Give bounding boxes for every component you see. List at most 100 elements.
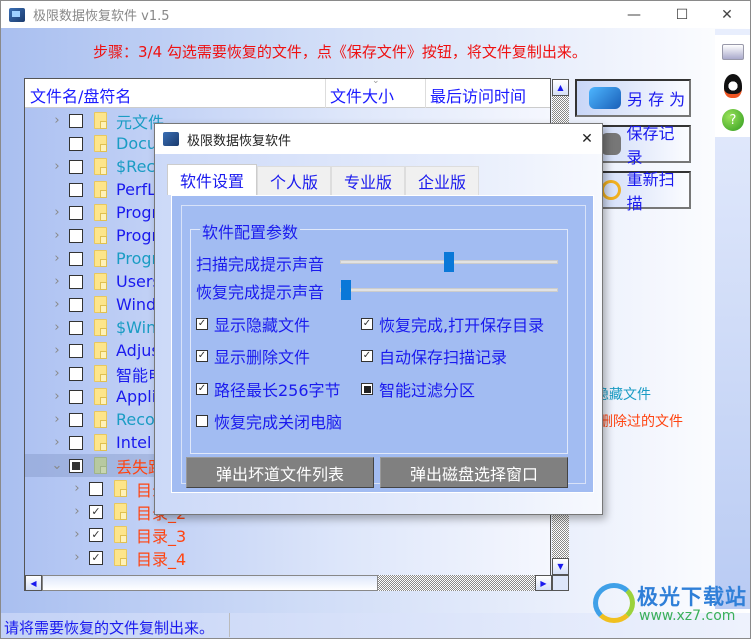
tab-enterprise[interactable]: 企业版 bbox=[405, 166, 480, 195]
chevron-right-icon[interactable]: › bbox=[51, 366, 63, 381]
help-tool-button[interactable]: ? bbox=[715, 103, 750, 137]
row-checkbox[interactable] bbox=[69, 136, 83, 151]
checkbox[interactable] bbox=[196, 415, 208, 427]
step-instruction: 步骤：3/4 勾选需要恢复的文件，点《保存文件》按钮，将文件复制出来。 bbox=[93, 43, 587, 61]
bad-sector-list-button[interactable]: 弹出坏道文件列表 bbox=[186, 457, 374, 488]
row-checkbox[interactable] bbox=[69, 389, 83, 404]
recover-sound-label: 恢复完成提示声音 bbox=[196, 283, 325, 302]
legend-hidden-files: 隐藏文件 bbox=[595, 384, 651, 404]
scroll-left-button[interactable]: ◀ bbox=[25, 575, 42, 591]
legend-deleted-files: 删除过的文件 bbox=[599, 411, 683, 431]
tab-personal[interactable]: 个人版 bbox=[257, 166, 332, 195]
checkbox[interactable] bbox=[361, 383, 373, 395]
scan-sound-slider[interactable] bbox=[340, 252, 558, 272]
row-checkbox[interactable] bbox=[69, 435, 83, 450]
row-checkbox[interactable] bbox=[69, 274, 83, 289]
close-button[interactable]: ✕ bbox=[704, 1, 750, 28]
option-auto-save-scan[interactable]: ✓ 自动保存扫描记录 bbox=[361, 344, 507, 368]
qq-penguin-icon bbox=[724, 74, 742, 98]
maximize-button[interactable]: ☐ bbox=[659, 1, 705, 28]
dialog-close-button[interactable]: ✕ bbox=[572, 124, 602, 154]
disk-select-button[interactable]: 弹出磁盘选择窗口 bbox=[380, 457, 568, 488]
option-show-deleted[interactable]: ✓ 显示删除文件 bbox=[196, 344, 310, 368]
folder-icon bbox=[94, 411, 107, 428]
chevron-right-icon[interactable]: › bbox=[71, 481, 83, 496]
chevron-right-icon[interactable]: › bbox=[71, 527, 83, 542]
scan-sound-slider-thumb[interactable] bbox=[444, 252, 454, 272]
chevron-right-icon[interactable]: › bbox=[51, 297, 63, 312]
tab-software-settings[interactable]: 软件设置 bbox=[167, 164, 258, 195]
chevron-right-icon[interactable]: › bbox=[51, 251, 63, 266]
column-header-size[interactable]: 文件大小 bbox=[330, 83, 394, 107]
chevron-right-icon[interactable]: › bbox=[51, 205, 63, 220]
dialog-title-bar: 极限数据恢复软件 ✕ bbox=[155, 124, 602, 154]
minimize-button[interactable]: — bbox=[611, 1, 657, 28]
option-path-256[interactable]: ✓ 路径最长256字节 bbox=[196, 377, 341, 401]
chevron-right-icon[interactable]: › bbox=[51, 159, 63, 174]
chevron-right-icon[interactable]: › bbox=[71, 504, 83, 519]
column-header-time[interactable]: 最后访问时间 bbox=[430, 83, 526, 107]
folder-icon bbox=[114, 526, 127, 543]
qq-tool-button[interactable] bbox=[715, 69, 750, 103]
chevron-down-icon[interactable]: ⌄ bbox=[51, 458, 63, 473]
chevron-right-icon[interactable]: › bbox=[51, 274, 63, 289]
save-as-button[interactable]: 另 存 为 bbox=[575, 79, 691, 117]
option-label: 自动保存扫描记录 bbox=[379, 348, 508, 367]
row-checkbox[interactable] bbox=[69, 320, 83, 335]
settings-tool-button[interactable] bbox=[715, 35, 750, 69]
tab-professional[interactable]: 专业版 bbox=[331, 166, 406, 195]
folder-icon bbox=[94, 158, 107, 175]
chevron-right-icon[interactable]: › bbox=[71, 550, 83, 565]
row-checkbox[interactable]: ✓ bbox=[89, 550, 103, 565]
row-checkbox[interactable] bbox=[69, 251, 83, 266]
checkbox[interactable]: ✓ bbox=[196, 350, 208, 362]
checkbox[interactable]: ✓ bbox=[196, 383, 208, 395]
chevron-right-icon[interactable]: › bbox=[51, 389, 63, 404]
scroll-up-button[interactable]: ▲ bbox=[552, 79, 569, 96]
recover-sound-slider[interactable] bbox=[340, 280, 558, 300]
recover-sound-slider-thumb[interactable] bbox=[341, 280, 352, 300]
scroll-right-button[interactable]: ▶ bbox=[535, 575, 552, 591]
chevron-right-icon[interactable]: › bbox=[51, 412, 63, 427]
row-checkbox[interactable] bbox=[69, 228, 83, 243]
row-checkbox[interactable] bbox=[69, 343, 83, 358]
option-label: 恢复完成关闭电脑 bbox=[214, 413, 343, 432]
title-bar: 极限数据恢复软件 v1.5 — ☐ ✕ bbox=[1, 1, 750, 28]
settings-icon bbox=[722, 44, 744, 60]
row-checkbox[interactable]: ✓ bbox=[89, 504, 103, 519]
row-checkbox[interactable] bbox=[89, 481, 103, 496]
chevron-right-icon[interactable]: › bbox=[51, 228, 63, 243]
folder-icon bbox=[94, 365, 107, 382]
row-checkbox[interactable]: ✓ bbox=[89, 527, 103, 542]
chevron-right-icon[interactable]: › bbox=[51, 113, 63, 128]
row-checkbox[interactable] bbox=[69, 412, 83, 427]
row-checkbox[interactable] bbox=[69, 297, 83, 312]
chevron-right-icon[interactable]: › bbox=[51, 343, 63, 358]
row-checkbox[interactable] bbox=[69, 113, 83, 128]
column-header-name[interactable]: 文件名/盘符名 bbox=[30, 83, 131, 107]
row-checkbox[interactable] bbox=[69, 182, 83, 197]
column-separator bbox=[425, 79, 426, 108]
status-separator bbox=[229, 613, 230, 637]
scroll-down-button[interactable]: ▼ bbox=[552, 558, 569, 575]
checkbox[interactable]: ✓ bbox=[361, 350, 373, 362]
row-checkbox[interactable] bbox=[69, 205, 83, 220]
horizontal-scroll-thumb[interactable] bbox=[42, 575, 378, 591]
option-smart-filter[interactable]: 智能过滤分区 bbox=[361, 377, 475, 401]
chevron-right-icon[interactable]: › bbox=[51, 435, 63, 450]
horizontal-scrollbar[interactable]: ◀ ▶ bbox=[25, 575, 552, 591]
tree-row[interactable]: › ✓ 目录_4 bbox=[25, 546, 550, 569]
checkbox[interactable]: ✓ bbox=[361, 318, 373, 330]
tree-row[interactable]: › ✓ 目录_3 bbox=[25, 523, 550, 546]
row-checkbox[interactable] bbox=[69, 159, 83, 174]
chevron-right-icon[interactable]: › bbox=[51, 320, 63, 335]
option-open-save-dir[interactable]: ✓ 恢复完成,打开保存目录 bbox=[361, 312, 544, 336]
option-shutdown[interactable]: 恢复完成关闭电脑 bbox=[196, 409, 342, 433]
folder-icon bbox=[94, 457, 107, 474]
checkbox[interactable]: ✓ bbox=[196, 318, 208, 330]
rescan-label: 重新扫描 bbox=[626, 170, 675, 213]
option-show-hidden[interactable]: ✓ 显示隐藏文件 bbox=[196, 312, 310, 336]
row-checkbox[interactable] bbox=[69, 458, 83, 473]
row-checkbox[interactable] bbox=[69, 366, 83, 381]
watermark-url: www.xz7.com bbox=[639, 608, 736, 624]
